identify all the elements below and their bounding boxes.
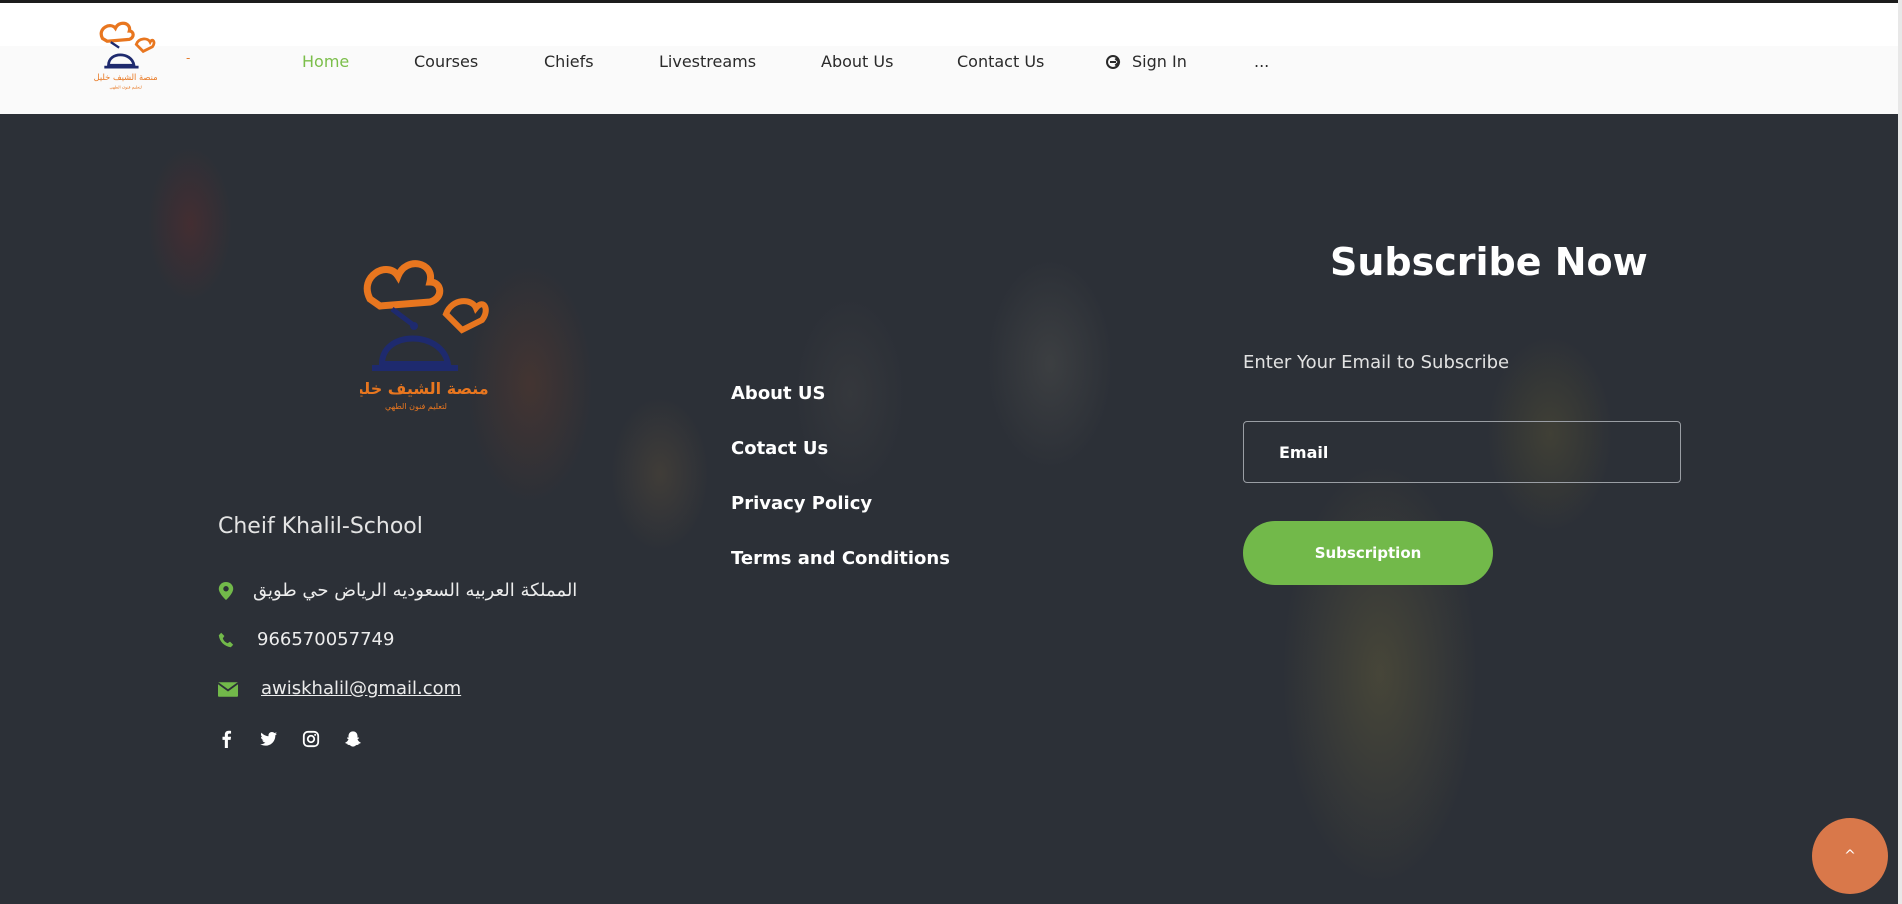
footer-link-about-us[interactable]: About US [731, 383, 825, 404]
scroll-to-top-button[interactable]: ^ [1812, 818, 1888, 894]
phone-row: 966570057749 [218, 629, 418, 653]
subscribe-title: Subscribe Now [1330, 240, 1648, 284]
header-top-strip [0, 3, 1898, 46]
nav-livestreams[interactable]: Livestreams [659, 52, 756, 71]
sign-in-label: Sign In [1132, 52, 1187, 71]
subscription-button[interactable]: Subscription [1243, 521, 1493, 585]
header-dash: - [186, 51, 191, 65]
email-link[interactable]: awiskhalil@gmail.com [261, 678, 461, 699]
facebook-icon[interactable] [218, 730, 236, 748]
instagram-icon[interactable] [302, 730, 320, 748]
envelope-icon [218, 682, 238, 697]
footer-link-contact-us[interactable]: Cotact Us [731, 438, 828, 459]
phone-icon [218, 632, 234, 648]
logo-text: منصة الشيف خليل [94, 72, 158, 82]
chef-logo-icon[interactable]: منصة الشيف خليل لتعليم فنون الطهي [94, 19, 160, 93]
logo-large-text: منصة الشيف خليل [360, 379, 489, 398]
site-header: منصة الشيف خليل لتعليم فنون الطهي - Home… [0, 3, 1898, 114]
school-name: Cheif Khalil-School [218, 514, 423, 539]
nav-home[interactable]: Home [302, 52, 349, 71]
email-row: awiskhalil@gmail.com [218, 678, 478, 702]
nav-chiefs[interactable]: Chiefs [544, 52, 594, 71]
chef-logo-large-icon: منصة الشيف خليل لتعليم فنون الطهي [360, 260, 489, 411]
logo-subtext: لتعليم فنون الطهي [110, 84, 142, 89]
footer-link-privacy-policy[interactable]: Privacy Policy [731, 493, 872, 514]
nav-courses[interactable]: Courses [414, 52, 478, 71]
logo-large-subtext: لتعليم فنون الطهي [385, 402, 447, 411]
nav-more[interactable]: ... [1254, 52, 1269, 71]
nav-about-us[interactable]: About Us [821, 52, 893, 71]
subscribe-label: Enter Your Email to Subscribe [1243, 352, 1510, 373]
nav-contact-us[interactable]: Contact Us [957, 52, 1044, 71]
phone-text: 966570057749 [257, 629, 395, 650]
map-marker-icon [218, 582, 234, 600]
footer-link-terms[interactable]: Terms and Conditions [731, 548, 950, 569]
address-row: المملكة العربيه السعوديه الرياض حي طويق [218, 580, 598, 604]
nav-sign-in[interactable]: Sign In [1106, 52, 1187, 71]
page-right-edge [1898, 0, 1902, 904]
chevron-up-icon: ^ [1844, 848, 1856, 864]
address-text: المملكة العربيه السعوديه الرياض حي طويق [253, 580, 578, 601]
sign-in-icon [1106, 55, 1120, 69]
twitter-icon[interactable] [260, 730, 278, 748]
site-footer [0, 114, 1898, 904]
snapchat-icon[interactable] [344, 730, 362, 748]
subscribe-email-input[interactable] [1243, 421, 1681, 483]
